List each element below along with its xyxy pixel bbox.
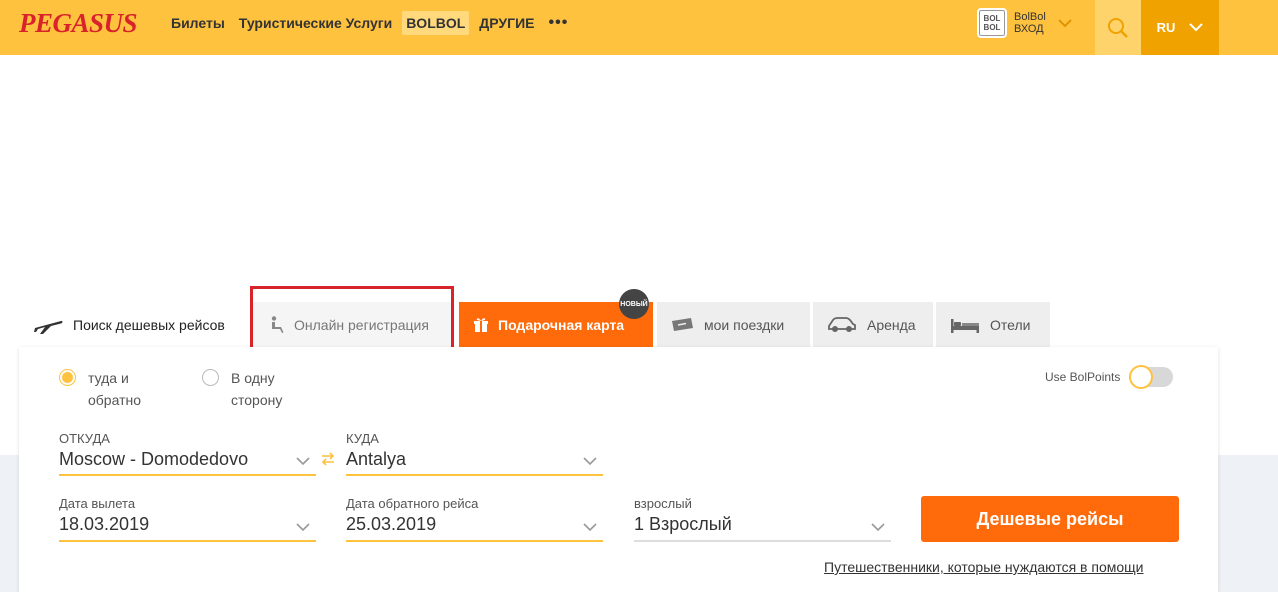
tab-my-trips[interactable]: мои поездки bbox=[657, 302, 810, 347]
radio-label: туда и bbox=[88, 370, 129, 386]
language-label: RU bbox=[1156, 20, 1176, 35]
search-icon bbox=[1108, 17, 1128, 38]
depart-date-label: Дата вылета bbox=[59, 496, 136, 511]
radio-oneway[interactable]: В одну сторону bbox=[202, 367, 282, 411]
bolpoints-toggle[interactable] bbox=[1129, 365, 1174, 389]
tab-label: Поиск дешевых рейсов bbox=[73, 316, 225, 333]
pegasus-logo[interactable]: PEGASUS bbox=[19, 8, 138, 39]
chevron-down-icon bbox=[296, 457, 310, 466]
flight-search-panel: туда и обратно В одну сторону Use BolPoi… bbox=[19, 347, 1218, 592]
bolpoints-label: Use BolPoints bbox=[1045, 370, 1121, 384]
search-flights-button[interactable]: Дешевые рейсы bbox=[921, 496, 1179, 542]
tab-label: Отели bbox=[990, 316, 1031, 333]
radio-roundtrip[interactable]: туда и обратно bbox=[59, 367, 141, 411]
passengers-value: 1 Взрослый bbox=[634, 514, 732, 534]
chevron-down-icon bbox=[583, 523, 597, 532]
radio-label: сторону bbox=[231, 392, 283, 408]
origin-value: Moscow - Domodedovo bbox=[59, 449, 249, 469]
gift-icon bbox=[474, 317, 488, 332]
bolbol-login-label: BolBol ВХОД bbox=[1014, 11, 1046, 35]
chevron-down-icon bbox=[871, 523, 885, 532]
nav-other[interactable]: ДРУГИЕ bbox=[479, 11, 534, 35]
airplane-icon bbox=[34, 320, 63, 334]
bolbol-logo-icon: BOL BOL bbox=[977, 8, 1007, 38]
bed-icon bbox=[951, 318, 979, 333]
return-date-value: 25.03.2019 bbox=[346, 514, 437, 534]
chevron-down-icon bbox=[296, 523, 310, 532]
ticket-icon bbox=[672, 317, 693, 331]
nav-bolbol[interactable]: BOLBOL bbox=[402, 11, 470, 35]
return-date-field[interactable]: Дата обратного рейса 25.03.2019 bbox=[346, 496, 603, 542]
bolpoints-toggle-row: Use BolPoints bbox=[1045, 365, 1174, 389]
chevron-down-icon bbox=[1189, 23, 1204, 32]
tab-label: Аренда bbox=[867, 316, 916, 333]
nav-tickets[interactable]: Билеты bbox=[171, 11, 225, 35]
tab-label: мои поездки bbox=[704, 316, 785, 333]
special-assistance-link[interactable]: Путешественники, которые нуждаются в пом… bbox=[824, 559, 1144, 575]
radio-label: обратно bbox=[88, 392, 141, 408]
tab-flight-search[interactable]: Поиск дешевых рейсов bbox=[19, 302, 249, 347]
radio-label: В одну bbox=[231, 370, 275, 386]
more-menu-icon[interactable]: ••• bbox=[548, 11, 568, 35]
bolbol-login[interactable]: BOL BOL BolBol ВХОД bbox=[977, 8, 1072, 38]
return-date-label: Дата обратного рейса bbox=[346, 496, 479, 511]
tab-label: Подарочная карта bbox=[498, 316, 625, 333]
radio-selected-icon bbox=[59, 369, 76, 386]
passengers-field[interactable]: взрослый 1 Взрослый bbox=[634, 496, 891, 542]
toggle-knob bbox=[1129, 365, 1154, 389]
depart-date-value: 18.03.2019 bbox=[59, 514, 150, 534]
language-selector[interactable]: RU bbox=[1141, 0, 1219, 55]
destination-label: КУДА bbox=[346, 431, 379, 446]
tab-car-rental[interactable]: Аренда bbox=[813, 302, 933, 347]
radio-unselected-icon bbox=[202, 369, 219, 386]
destination-field[interactable]: КУДА Antalya bbox=[346, 431, 603, 476]
destination-value: Antalya bbox=[346, 449, 407, 469]
origin-label: ОТКУДА bbox=[59, 431, 110, 446]
tab-hotels[interactable]: Отели bbox=[936, 302, 1050, 347]
origin-field[interactable]: ОТКУДА Moscow - Domodedovo bbox=[59, 431, 316, 476]
search-button[interactable] bbox=[1095, 0, 1141, 55]
top-header: PEGASUS Билеты Туристические Услуги BOLB… bbox=[0, 0, 1278, 55]
chevron-down-icon bbox=[1058, 18, 1072, 27]
new-badge: НОВЫЙ bbox=[619, 289, 649, 319]
swap-icon[interactable] bbox=[320, 451, 336, 467]
chevron-down-icon bbox=[583, 457, 597, 466]
depart-date-field[interactable]: Дата вылета 18.03.2019 bbox=[59, 496, 316, 542]
car-icon bbox=[828, 316, 856, 332]
passengers-label: взрослый bbox=[634, 496, 692, 511]
nav-tourist-services[interactable]: Туристические Услуги bbox=[239, 11, 392, 35]
main-nav: Билеты Туристические Услуги BOLBOL ДРУГИ… bbox=[171, 11, 568, 35]
